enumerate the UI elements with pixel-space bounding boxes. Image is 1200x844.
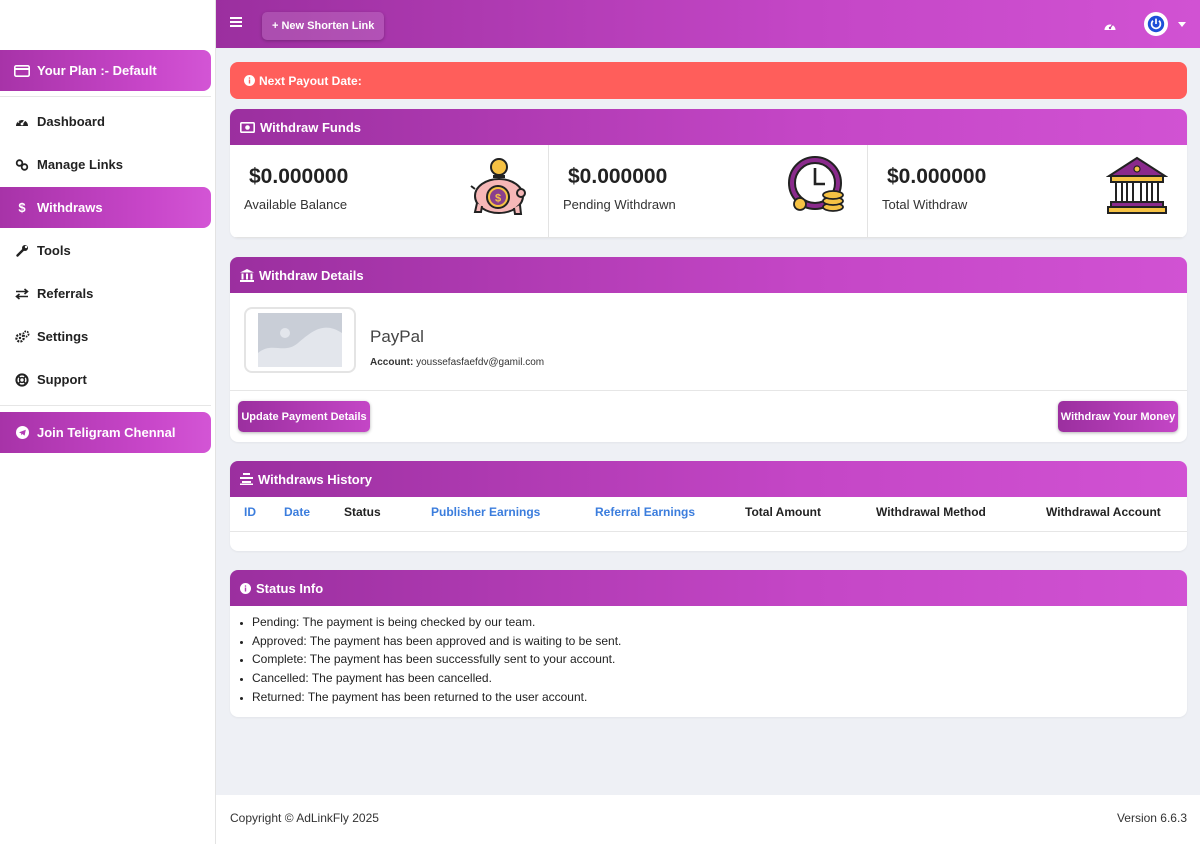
- payout-alert-text: Next Payout Date:: [259, 73, 362, 88]
- info-icon: [240, 582, 251, 594]
- power-icon[interactable]: [1144, 12, 1168, 36]
- card-title: Withdraws History: [258, 471, 373, 487]
- gauge-icon[interactable]: [1104, 18, 1116, 36]
- bank-icon: [240, 268, 254, 282]
- sidebar-item-label: Withdraws: [37, 200, 103, 215]
- column-header-withdrawal-account: Withdrawal Account: [1046, 505, 1161, 519]
- stat-total-withdraw: $0.000000 Total Withdraw: [868, 145, 1187, 238]
- stat-label: Available Balance: [244, 197, 348, 212]
- sidebar-item-label: Dashboard: [37, 114, 105, 129]
- sidebar-item-referrals[interactable]: Referrals: [0, 273, 211, 314]
- bank-icon: [1105, 156, 1169, 221]
- gauge-icon: [14, 114, 30, 130]
- credit-card-icon: [14, 63, 30, 79]
- payment-method-name: PayPal: [370, 327, 424, 346]
- sidebar-item-label: Manage Links: [37, 157, 123, 172]
- column-header-date[interactable]: Date: [284, 505, 310, 519]
- footer: Copyright © AdLinkFly 2025 Version 6.6.3: [216, 795, 1200, 844]
- list-item: Approved: The payment has been approved …: [252, 632, 621, 651]
- dollar-icon: $: [18, 200, 26, 215]
- withdraw-details-card: Withdraw Details PayPal Account: youssef…: [230, 257, 1187, 442]
- column-header-publisher-earnings[interactable]: Publisher Earnings: [431, 505, 540, 519]
- info-icon: [244, 75, 255, 86]
- money-bill-icon: [240, 121, 255, 133]
- sidebar-item-support[interactable]: Support: [0, 359, 211, 400]
- account-label: Account:: [370, 357, 414, 368]
- stat-label: Pending Withdrawn: [563, 197, 676, 212]
- column-header-referral-earnings[interactable]: Referral Earnings: [595, 505, 695, 519]
- gears-icon: [14, 329, 30, 345]
- telegram-icon: [14, 425, 30, 441]
- sidebar-item-label: Referrals: [37, 286, 94, 301]
- sidebar-divider: [0, 405, 211, 406]
- wrench-icon: [14, 243, 30, 259]
- table-divider: [230, 531, 1187, 532]
- telegram-label: Join Teligram Chennal: [37, 425, 176, 440]
- column-header-total-amount: Total Amount: [745, 505, 821, 519]
- stat-amount: $0.000000: [568, 165, 668, 188]
- sidebar-item-tools[interactable]: Tools: [0, 230, 211, 271]
- your-plan-label: Your Plan :- Default: [37, 63, 157, 78]
- card-header: Withdraws History: [230, 461, 1187, 497]
- top-navbar: + New Shorten Link: [216, 0, 1200, 48]
- card-header: Status Info: [230, 570, 1187, 606]
- exchange-icon: [14, 286, 30, 302]
- card-header: Withdraw Funds: [230, 109, 1187, 145]
- column-header-status: Status: [344, 505, 381, 519]
- sidebar-item-dashboard[interactable]: Dashboard: [0, 101, 211, 142]
- list-item: Cancelled: The payment has been cancelle…: [252, 669, 621, 688]
- version-text: Version 6.6.3: [1116, 811, 1187, 825]
- piggy-bank-icon: $: [468, 155, 530, 224]
- list-item: Pending: The payment is being checked by…: [252, 613, 621, 632]
- status-list: Pending: The payment is being checked by…: [252, 613, 621, 706]
- svg-text:$: $: [495, 193, 501, 205]
- stat-available-balance: $0.000000 Available Balance $: [230, 145, 549, 238]
- payout-alert: Next Payout Date:: [230, 62, 1187, 99]
- caret-down-icon[interactable]: [1178, 22, 1186, 27]
- column-header-withdrawal-method: Withdrawal Method: [876, 505, 986, 519]
- sidebar-divider: [0, 96, 211, 97]
- divider: [230, 390, 1187, 391]
- stat-amount: $0.000000: [249, 165, 349, 188]
- sidebar-item-label: Support: [37, 372, 87, 387]
- life-ring-icon: [14, 372, 30, 388]
- list-item: Returned: The payment has been returned …: [252, 688, 621, 707]
- card-title: Withdraw Details: [259, 267, 364, 283]
- telegram-item[interactable]: Join Teligram Chennal: [0, 412, 211, 453]
- sidebar-item-label: Tools: [37, 243, 71, 258]
- status-info-card: Status Info Pending: The payment is bein…: [230, 570, 1187, 717]
- menu-icon[interactable]: [230, 17, 242, 27]
- sidebar-item-label: Settings: [37, 329, 89, 344]
- stat-label: Total Withdraw: [882, 197, 968, 212]
- stat-pending-withdrawn: $0.000000 Pending Withdrawn: [549, 145, 868, 238]
- card-header: Withdraw Details: [230, 257, 1187, 293]
- card-title: Withdraw Funds: [260, 119, 361, 135]
- card-title: Status Info: [256, 580, 324, 596]
- payment-account: Account: youssefasfaefdv@gamil.com: [370, 357, 544, 368]
- payment-method-image: [244, 307, 356, 373]
- update-payment-details-button[interactable]: Update Payment Details: [238, 401, 370, 432]
- history-icon: [240, 473, 253, 485]
- withdraw-funds-card: Withdraw Funds $0.000000 Available Balan…: [230, 109, 1187, 238]
- account-value: youssefasfaefdv@gamil.com: [416, 357, 545, 368]
- withdraw-your-money-button[interactable]: Withdraw Your Money: [1058, 401, 1178, 432]
- sidebar-item-manage-links[interactable]: Manage Links: [0, 144, 211, 185]
- stat-amount: $0.000000: [887, 165, 987, 188]
- column-header-id[interactable]: ID: [244, 505, 256, 519]
- withdraws-history-card: Withdraws History ID Date Status Publish…: [230, 461, 1187, 551]
- sidebar-item-withdraws[interactable]: $ Withdraws: [0, 187, 211, 228]
- new-shorten-link-button[interactable]: + New Shorten Link: [262, 12, 385, 40]
- list-item: Complete: The payment has been successfu…: [252, 650, 621, 669]
- sidebar: Your Plan :- Default Dashboard Manage Li…: [0, 0, 216, 844]
- your-plan-item[interactable]: Your Plan :- Default: [0, 50, 211, 91]
- link-icon: [14, 157, 30, 173]
- clock-coins-icon: [787, 155, 847, 220]
- sidebar-item-settings[interactable]: Settings: [0, 316, 211, 357]
- copyright-text: Copyright © AdLinkFly 2025: [230, 811, 379, 825]
